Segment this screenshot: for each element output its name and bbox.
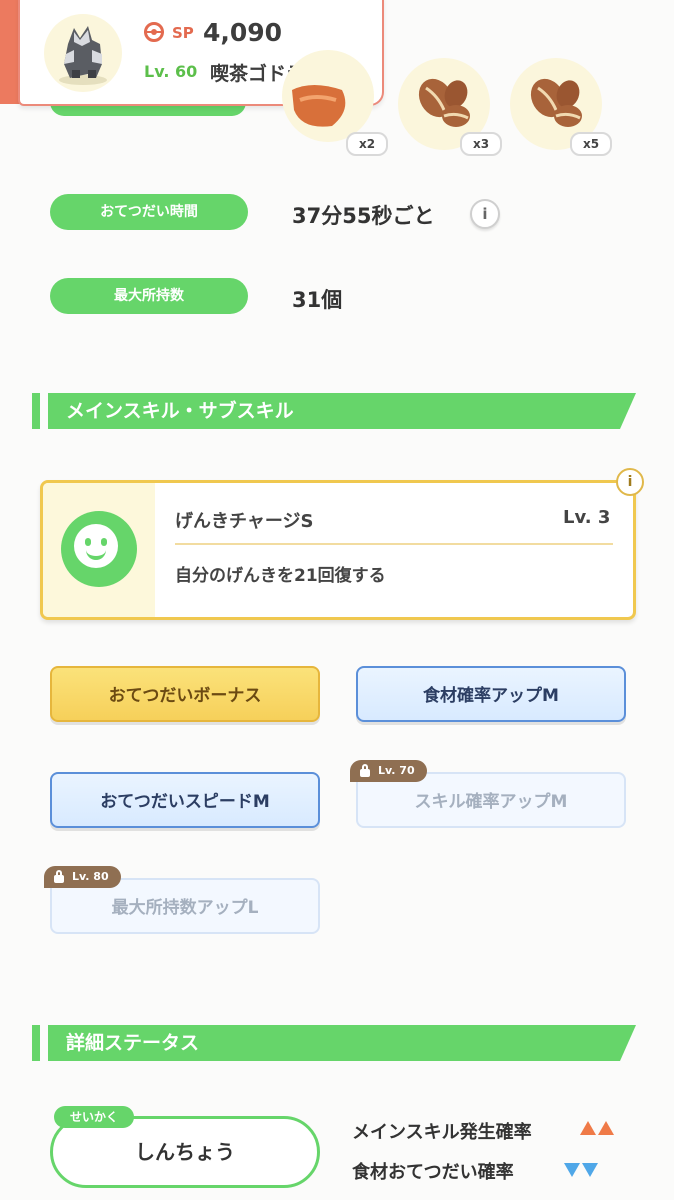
section-marker [32,393,40,429]
sp-value: 4,090 [203,18,283,47]
nature-down-effect: 食材おてつだい確率 [352,1162,514,1183]
ingredient-icon [292,85,346,127]
nature-up-effect: メインスキル発生確率 [352,1122,532,1143]
ingredient-qty-1: x2 [346,132,388,156]
info-icon[interactable]: i [470,199,500,229]
info-icon[interactable]: i [616,468,644,496]
max-carry-label: 最大所持数 [50,278,248,314]
pokemon-avatar [44,14,122,92]
main-skill-description: 自分のげんきを21回復する [175,566,386,586]
sub-skill-helping-bonus[interactable]: おてつだいボーナス [50,666,320,722]
down-arrows-icon [564,1162,600,1181]
unlock-level-text: Lv. 70 [378,764,415,777]
section-marker [32,1025,40,1061]
ingredient-qty-3: x5 [570,132,612,156]
nature-tag: せいかく [54,1106,135,1128]
main-skill-level: Lv. 3 [563,507,611,528]
sp-icon [144,22,164,42]
help-time-label: おてつだい時間 [50,194,248,230]
unlock-level-badge: Lv. 80 [44,866,121,888]
max-carry-value: 31個 [292,288,343,312]
main-skill-name: げんきチャージS [175,511,314,532]
skills-section-title: メインスキル・サブスキル [48,393,636,429]
smiley-icon [61,511,137,587]
ingredient-slot-1[interactable] [282,50,374,142]
ingredient-qty-2: x3 [460,132,502,156]
lock-icon [360,764,370,777]
unlock-level-text: Lv. 80 [72,870,109,883]
sub-skill-helping-speed-m[interactable]: おてつだいスピードM [50,772,320,828]
sub-skill-ingredient-finder-m[interactable]: 食材確率アップM [356,666,626,722]
main-skill-card[interactable]: げんきチャージS Lv. 3 自分のげんきを21回復する [40,480,636,620]
sp-label: SP [172,24,194,42]
divider [175,543,613,545]
help-time-value: 37分55秒ごと [292,204,435,228]
up-arrows-icon [580,1120,616,1139]
unlock-level-badge: Lv. 70 [350,760,427,782]
pokemon-level: Lv. 60 [144,62,198,81]
aggron-icon [59,26,107,85]
lock-icon [54,870,64,883]
detail-section-title: 詳細ステータス [48,1025,636,1061]
